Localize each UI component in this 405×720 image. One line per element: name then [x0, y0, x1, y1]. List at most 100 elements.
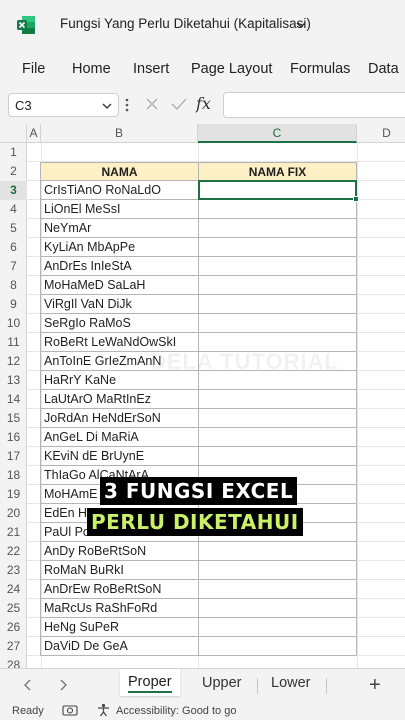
tab-file[interactable]: File	[22, 61, 45, 77]
insert-function-button[interactable]: fx	[196, 94, 211, 113]
name-fix-cell[interactable]	[198, 447, 357, 466]
cancel-icon[interactable]	[144, 96, 160, 112]
name-box[interactable]: C3	[8, 93, 119, 117]
column-header-b[interactable]: B	[41, 124, 198, 143]
row-header-18[interactable]: 18	[0, 466, 27, 485]
tab-insert[interactable]: Insert	[133, 61, 169, 77]
name-fix-cell[interactable]	[198, 257, 357, 276]
row-header-2[interactable]: 2	[0, 162, 27, 181]
sheet-tab-upper[interactable]: Upper	[202, 675, 242, 691]
row-header-28[interactable]: 28	[0, 656, 27, 668]
name-cell[interactable]: SeRgIo RaMoS	[40, 314, 199, 333]
name-cell[interactable]: AnDrEs InIeStA	[40, 257, 199, 276]
tab-home[interactable]: Home	[72, 61, 111, 77]
accessibility-icon[interactable]	[96, 703, 111, 717]
row-header-15[interactable]: 15	[0, 409, 27, 428]
row-header-10[interactable]: 10	[0, 314, 27, 333]
name-cell[interactable]: AnGeL Di MaRiA	[40, 428, 199, 447]
chevron-down-icon[interactable]	[294, 18, 308, 32]
tab-page-layout[interactable]: Page Layout	[191, 61, 272, 77]
name-cell[interactable]: AnDrEw RoBeRtSoN	[40, 580, 199, 599]
name-cell[interactable]: RoMaN BuRkI	[40, 561, 199, 580]
row-header-11[interactable]: 11	[0, 333, 27, 352]
row-header-4[interactable]: 4	[0, 200, 27, 219]
row-header-14[interactable]: 14	[0, 390, 27, 409]
row-header-8[interactable]: 8	[0, 276, 27, 295]
row-header-19[interactable]: 19	[0, 485, 27, 504]
name-cell[interactable]: NeYmAr	[40, 219, 199, 238]
row-header-13[interactable]: 13	[0, 371, 27, 390]
row-header-17[interactable]: 17	[0, 447, 27, 466]
name-fix-cell[interactable]	[198, 200, 357, 219]
name-cell[interactable]: ViRgIl VaN DiJk	[40, 295, 199, 314]
name-fix-cell[interactable]	[198, 314, 357, 333]
add-sheet-button[interactable]: +	[369, 674, 381, 697]
row-header-12[interactable]: 12	[0, 352, 27, 371]
active-cell-c3[interactable]	[198, 180, 357, 200]
chevron-left-icon[interactable]	[22, 678, 34, 692]
name-fix-cell[interactable]	[198, 599, 357, 618]
row-header-22[interactable]: 22	[0, 542, 27, 561]
name-fix-cell[interactable]	[198, 371, 357, 390]
worksheet-grid[interactable]: A B C D 1 2 3 4 5 6 7 8 9 10 11 12 13 14 15 16 17 18 19 20 2…	[0, 124, 405, 668]
accessibility-status[interactable]: Accessibility: Good to go	[116, 705, 236, 717]
name-fix-cell[interactable]	[198, 561, 357, 580]
row-header-27[interactable]: 27	[0, 637, 27, 656]
tab-formulas[interactable]: Formulas	[290, 61, 350, 77]
name-cell[interactable]: KEviN dE BrUynE	[40, 447, 199, 466]
row-header-9[interactable]: 9	[0, 295, 27, 314]
sheet-tab-lower[interactable]: Lower	[271, 675, 311, 691]
name-cell[interactable]: JoRdAn HeNdErSoN	[40, 409, 199, 428]
column-header-a[interactable]: A	[27, 124, 41, 143]
row-header-16[interactable]: 16	[0, 428, 27, 447]
column-header-d[interactable]: D	[357, 124, 405, 143]
enter-check-icon[interactable]	[170, 96, 188, 112]
chevron-right-icon[interactable]	[57, 678, 69, 692]
formula-input[interactable]	[223, 92, 405, 118]
sheet-tab-proper[interactable]: Proper	[120, 669, 180, 696]
name-cell[interactable]: HaRrY KaNe	[40, 371, 199, 390]
more-options-icon[interactable]	[124, 96, 130, 114]
row-header-5[interactable]: 5	[0, 219, 27, 238]
chevron-down-icon[interactable]	[101, 100, 113, 112]
column-header-c[interactable]: C	[198, 124, 357, 143]
name-fix-cell[interactable]	[198, 219, 357, 238]
row-header-21[interactable]: 21	[0, 523, 27, 542]
row-header-23[interactable]: 23	[0, 561, 27, 580]
camera-icon[interactable]	[62, 704, 78, 716]
name-fix-cell[interactable]	[198, 618, 357, 637]
name-cell[interactable]: HeNg SuPeR	[40, 618, 199, 637]
row-header-25[interactable]: 25	[0, 599, 27, 618]
tab-data[interactable]: Data	[368, 61, 399, 77]
name-fix-cell[interactable]	[198, 409, 357, 428]
row-header-20[interactable]: 20	[0, 504, 27, 523]
name-cell[interactable]: CrIsTiAnO RoNaLdO	[40, 181, 199, 200]
row-header-26[interactable]: 26	[0, 618, 27, 637]
name-fix-cell[interactable]	[198, 276, 357, 295]
row-header-6[interactable]: 6	[0, 238, 27, 257]
row-header-24[interactable]: 24	[0, 580, 27, 599]
name-cell[interactable]: AnToInE GrIeZmAnN	[40, 352, 199, 371]
name-cell[interactable]: AnDy RoBeRtSoN	[40, 542, 199, 561]
name-fix-cell[interactable]	[198, 238, 357, 257]
name-cell[interactable]: KyLiAn MbApPe	[40, 238, 199, 257]
name-cell[interactable]: LiOnEl MeSsI	[40, 200, 199, 219]
row-header-1[interactable]: 1	[0, 143, 27, 162]
name-cell[interactable]: LaUtArO MaRtInEz	[40, 390, 199, 409]
select-all-corner[interactable]	[0, 124, 27, 143]
name-fix-cell[interactable]	[198, 390, 357, 409]
workbook-title[interactable]: Fungsi Yang Perlu Diketahui (Kapitalisas…	[60, 16, 311, 31]
name-fix-cell[interactable]	[198, 637, 357, 656]
name-fix-cell[interactable]	[198, 428, 357, 447]
fill-handle[interactable]	[353, 196, 359, 202]
name-fix-cell[interactable]	[198, 295, 357, 314]
name-fix-cell[interactable]	[198, 333, 357, 352]
name-cell[interactable]: MoHaMeD SaLaH	[40, 276, 199, 295]
table-header-nama[interactable]: NAMA	[40, 162, 199, 181]
name-fix-cell[interactable]	[198, 352, 357, 371]
table-header-nama-fix[interactable]: NAMA FIX	[198, 162, 357, 181]
row-header-3[interactable]: 3	[0, 181, 27, 200]
name-fix-cell[interactable]	[198, 542, 357, 561]
name-fix-cell[interactable]	[198, 580, 357, 599]
row-header-7[interactable]: 7	[0, 257, 27, 276]
